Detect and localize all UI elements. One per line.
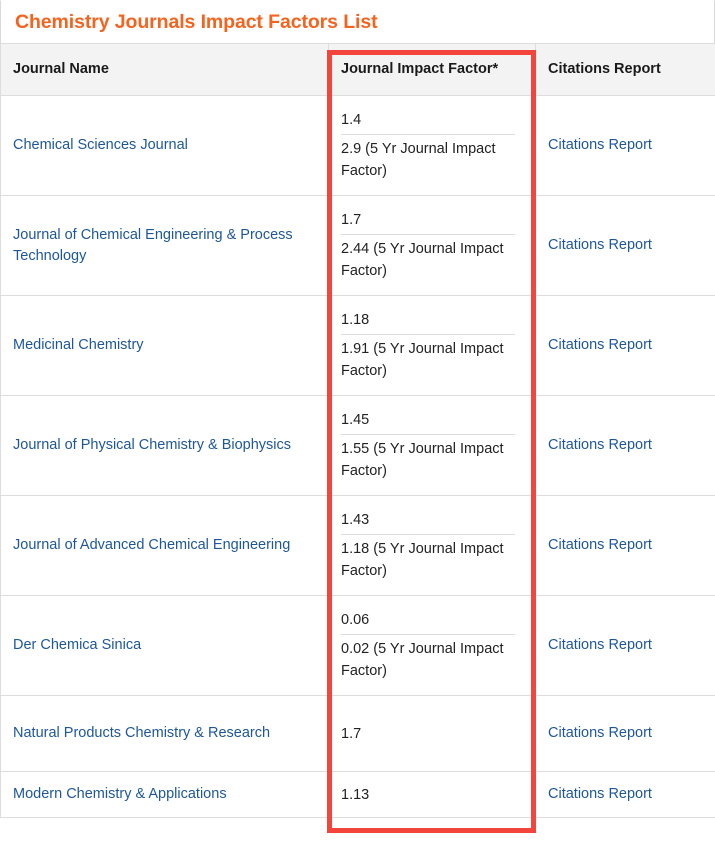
cell-citations-report: Citations Report <box>535 771 715 818</box>
cell-impact-factor: 1.7 2.44 (5 Yr Journal Impact Factor) <box>328 195 536 296</box>
column-header-journal-name: Journal Name <box>0 43 329 96</box>
impact-factor-value: 1.13 <box>341 786 370 803</box>
table-row: Chemical Sciences Journal 1.4 2.9 (5 Yr … <box>0 95 715 196</box>
impact-factor-group: 1.43 1.18 (5 Yr Journal Impact Factor) <box>341 509 523 582</box>
cell-journal-name: Modern Chemistry & Applications <box>0 771 329 818</box>
journal-name-link[interactable]: Natural Products Chemistry & Research <box>13 723 316 744</box>
citations-report-link[interactable]: Citations Report <box>548 135 703 156</box>
impact-factor-5yr-value: 2.44 (5 Yr Journal Impact Factor) <box>341 241 504 279</box>
journal-name-link[interactable]: Journal of Advanced Chemical Engineering <box>13 535 316 556</box>
impact-factor-value: 1.7 <box>341 725 362 742</box>
impact-factor-group: 1.18 1.91 (5 Yr Journal Impact Factor) <box>341 309 523 382</box>
impact-factor-value: 1.43 <box>341 509 515 535</box>
cell-impact-factor: 0.06 0.02 (5 Yr Journal Impact Factor) <box>328 595 536 696</box>
citations-report-link[interactable]: Citations Report <box>548 635 703 656</box>
column-header-impact-factor: Journal Impact Factor* <box>328 43 536 96</box>
cell-journal-name: Chemical Sciences Journal <box>0 95 329 196</box>
impact-factor-value: 0.06 <box>341 609 515 635</box>
impact-factor-5yr-value: 0.02 (5 Yr Journal Impact Factor) <box>341 641 504 679</box>
cell-citations-report: Citations Report <box>535 95 715 196</box>
impact-factor-value: 1.45 <box>341 409 515 435</box>
impact-factor-value: 1.4 <box>341 109 515 135</box>
impact-factor-5yr-value: 2.9 (5 Yr Journal Impact Factor) <box>341 141 496 179</box>
title-bar: Chemistry Journals Impact Factors List <box>0 0 715 43</box>
table-row: Modern Chemistry & Applications 1.13 Cit… <box>0 771 715 818</box>
cell-citations-report: Citations Report <box>535 195 715 296</box>
impact-factor-5yr-value: 1.91 (5 Yr Journal Impact Factor) <box>341 341 504 379</box>
cell-citations-report: Citations Report <box>535 595 715 696</box>
page-root: Chemistry Journals Impact Factors List J… <box>0 0 715 842</box>
journal-name-link[interactable]: Medicinal Chemistry <box>13 335 316 356</box>
citations-report-link[interactable]: Citations Report <box>548 235 703 256</box>
cell-citations-report: Citations Report <box>535 295 715 396</box>
cell-journal-name: Der Chemica Sinica <box>0 595 329 696</box>
impact-factor-5yr-value: 1.55 (5 Yr Journal Impact Factor) <box>341 441 504 479</box>
impact-factor-group: 1.4 2.9 (5 Yr Journal Impact Factor) <box>341 109 523 182</box>
cell-impact-factor: 1.13 <box>328 771 536 818</box>
journal-name-link[interactable]: Journal of Chemical Engineering & Proces… <box>13 225 316 267</box>
citations-report-link[interactable]: Citations Report <box>548 535 703 556</box>
journals-impact-factor-table: Journal Name Journal Impact Factor* Cita… <box>0 43 715 818</box>
cell-journal-name: Natural Products Chemistry & Research <box>0 695 329 772</box>
table-row: Journal of Advanced Chemical Engineering… <box>0 495 715 596</box>
cell-impact-factor: 1.4 2.9 (5 Yr Journal Impact Factor) <box>328 95 536 196</box>
impact-factor-5yr-value: 1.18 (5 Yr Journal Impact Factor) <box>341 541 504 579</box>
journal-name-link[interactable]: Modern Chemistry & Applications <box>13 784 316 805</box>
cell-journal-name: Journal of Physical Chemistry & Biophysi… <box>0 395 329 496</box>
table-row: Der Chemica Sinica 0.06 0.02 (5 Yr Journ… <box>0 595 715 696</box>
page-title: Chemistry Journals Impact Factors List <box>15 10 378 33</box>
journal-name-link[interactable]: Der Chemica Sinica <box>13 635 316 656</box>
table-header-row: Journal Name Journal Impact Factor* Cita… <box>0 43 715 96</box>
impact-factor-group: 1.45 1.55 (5 Yr Journal Impact Factor) <box>341 409 523 482</box>
cell-citations-report: Citations Report <box>535 695 715 772</box>
impact-factor-value: 1.18 <box>341 309 515 335</box>
table-header: Journal Name Journal Impact Factor* Cita… <box>0 43 715 96</box>
impact-factor-group: 1.7 2.44 (5 Yr Journal Impact Factor) <box>341 209 523 282</box>
table-row: Natural Products Chemistry & Research 1.… <box>0 695 715 772</box>
impact-factor-value: 1.7 <box>341 209 515 235</box>
citations-report-link[interactable]: Citations Report <box>548 723 703 744</box>
table-row: Journal of Physical Chemistry & Biophysi… <box>0 395 715 496</box>
citations-report-link[interactable]: Citations Report <box>548 335 703 356</box>
cell-impact-factor: 1.7 <box>328 695 536 772</box>
table-row: Medicinal Chemistry 1.18 1.91 (5 Yr Jour… <box>0 295 715 396</box>
impact-factor-group: 0.06 0.02 (5 Yr Journal Impact Factor) <box>341 609 523 682</box>
cell-impact-factor: 1.45 1.55 (5 Yr Journal Impact Factor) <box>328 395 536 496</box>
table-body: Chemical Sciences Journal 1.4 2.9 (5 Yr … <box>0 95 715 818</box>
citations-report-link[interactable]: Citations Report <box>548 435 703 456</box>
cell-journal-name: Journal of Advanced Chemical Engineering <box>0 495 329 596</box>
column-header-citations-report: Citations Report <box>535 43 715 96</box>
cell-citations-report: Citations Report <box>535 495 715 596</box>
cell-impact-factor: 1.43 1.18 (5 Yr Journal Impact Factor) <box>328 495 536 596</box>
cell-journal-name: Medicinal Chemistry <box>0 295 329 396</box>
cell-citations-report: Citations Report <box>535 395 715 496</box>
journal-name-link[interactable]: Chemical Sciences Journal <box>13 135 316 156</box>
table-row: Journal of Chemical Engineering & Proces… <box>0 195 715 296</box>
journal-name-link[interactable]: Journal of Physical Chemistry & Biophysi… <box>13 435 316 456</box>
cell-impact-factor: 1.18 1.91 (5 Yr Journal Impact Factor) <box>328 295 536 396</box>
cell-journal-name: Journal of Chemical Engineering & Proces… <box>0 195 329 296</box>
citations-report-link[interactable]: Citations Report <box>548 784 703 805</box>
